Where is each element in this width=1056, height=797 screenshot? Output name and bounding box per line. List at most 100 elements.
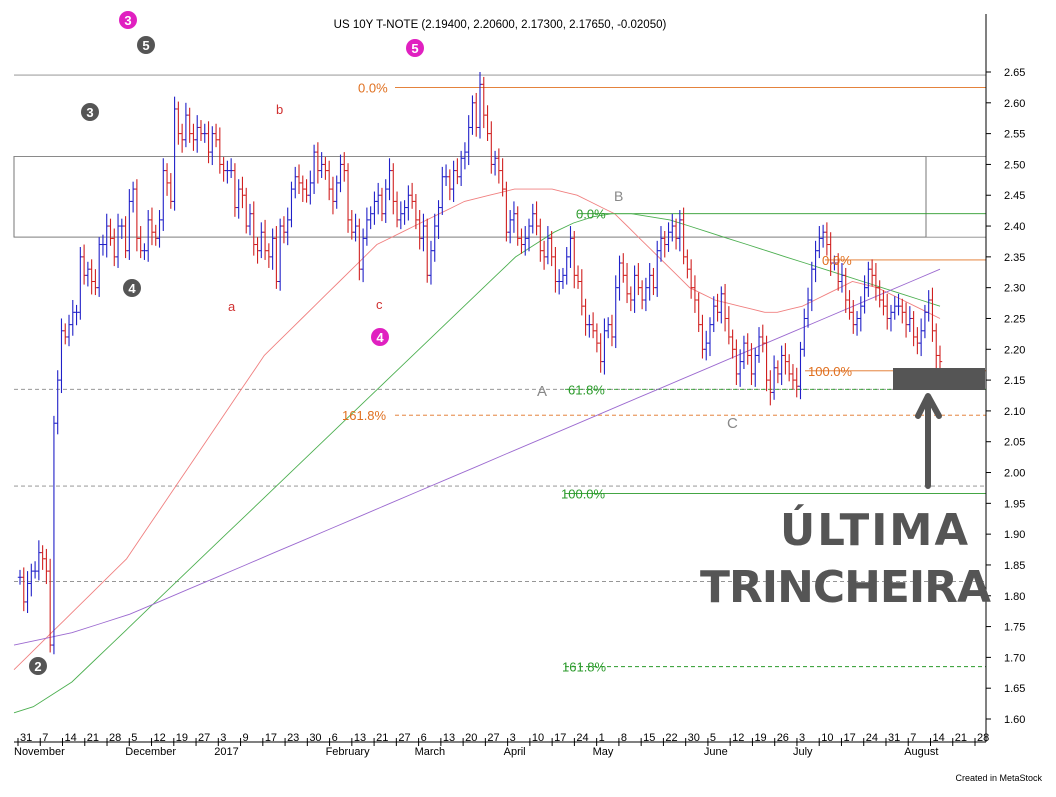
x-tick-label: 10 [532, 732, 544, 744]
y-tick-label: 2.40 [1004, 221, 1025, 233]
fib-label: 161.8% [562, 660, 607, 675]
y-tick-label: 1.80 [1004, 591, 1025, 603]
wave-circle-label: 4 [128, 281, 136, 296]
handwritten-annotation: ÚLTIMA TRINCHEIRA [700, 368, 992, 613]
y-tick-label: 1.60 [1004, 714, 1025, 726]
x-tick-label: 10 [821, 732, 833, 744]
x-tick-label: 24 [866, 732, 878, 744]
x-tick-label: 28 [977, 732, 989, 744]
x-tick-label: 28 [109, 732, 121, 744]
y-tick-label: 2.50 [1004, 159, 1025, 171]
x-tick-label: 17 [554, 732, 566, 744]
x-tick-label: 27 [198, 732, 210, 744]
x-tick-label: 14 [932, 732, 944, 744]
x-month-label: May [593, 746, 614, 758]
wave-label: A [537, 383, 547, 400]
x-tick-label: 22 [665, 732, 677, 744]
x-tick-label: 26 [777, 732, 789, 744]
y-tick-label: 1.85 [1004, 560, 1025, 572]
wave-label: B [614, 188, 623, 204]
x-tick-label: 30 [309, 732, 321, 744]
x-tick-label: 12 [154, 732, 166, 744]
x-month-label: November [14, 746, 65, 758]
x-tick-label: 7 [42, 732, 48, 744]
x-tick-label: 21 [376, 732, 388, 744]
x-tick-label: 17 [265, 732, 277, 744]
x-tick-label: 14 [65, 732, 77, 744]
y-tick-label: 2.10 [1004, 406, 1025, 418]
metastock-credit: Created in MetaStock [955, 773, 1042, 783]
wave-circle-label: 3 [86, 105, 93, 120]
fib-label: 61.8% [568, 382, 605, 397]
x-tick-label: 7 [910, 732, 916, 744]
wave-label: a [228, 299, 236, 314]
wave-circle-label: 5 [411, 41, 418, 56]
x-tick-label: 27 [398, 732, 410, 744]
y-tick-label: 1.65 [1004, 683, 1025, 695]
x-tick-label: 19 [176, 732, 188, 744]
fib-label: 0.0% [358, 80, 388, 95]
x-tick-label: 1 [599, 732, 605, 744]
x-tick-label: 27 [487, 732, 499, 744]
fib-label: 100.0% [561, 486, 606, 501]
y-tick-label: 2.55 [1004, 129, 1025, 141]
y-tick-label: 2.20 [1004, 344, 1025, 356]
y-tick-label: 2.05 [1004, 437, 1025, 449]
axes: 2.65 2.60 2.55 2.50 2.45 2.40 2.35 2.30 2.25 2.20… [14, 14, 1025, 758]
x-tick-label: 8 [621, 732, 627, 744]
x-month-label: August [904, 746, 938, 758]
x-tick-label: 13 [354, 732, 366, 744]
chart-title: US 10Y T-NOTE (2.19400, 2.20600, 2.17300… [334, 19, 667, 31]
x-tick-label: 30 [688, 732, 700, 744]
annotation-line-2: TRINCHEIRA [700, 562, 991, 613]
fib-label: 0.0% [576, 207, 606, 222]
x-month-label: March [415, 746, 446, 758]
range-boxes [13, 156, 927, 238]
y-tick-label: 2.35 [1004, 252, 1025, 264]
x-tick-label: 13 [443, 732, 455, 744]
x-tick-label: 6 [332, 732, 338, 744]
x-tick-label: 21 [87, 732, 99, 744]
x-month-label: June [704, 746, 728, 758]
x-tick-label: 15 [643, 732, 655, 744]
range-box [13, 156, 927, 238]
wave-circle-label: 2 [34, 659, 41, 674]
x-tick-label: 31 [888, 732, 900, 744]
y-tick-label: 2.45 [1004, 190, 1025, 202]
x-tick-label: 19 [754, 732, 766, 744]
x-tick-label: 5 [710, 732, 716, 744]
y-tick-label: 2.60 [1004, 98, 1025, 110]
y-tick-label: 2.25 [1004, 313, 1025, 325]
x-month-label: July [793, 746, 813, 758]
y-tick-label: 1.75 [1004, 622, 1025, 634]
fib-label: 100.0% [808, 364, 853, 379]
x-tick-label: 6 [421, 732, 427, 744]
moving-averages [13, 188, 941, 714]
x-tick-label: 17 [843, 732, 855, 744]
x-tick-label: 24 [576, 732, 588, 744]
y-tick-label: 2.30 [1004, 283, 1025, 295]
x-tick-label: 3 [220, 732, 226, 744]
x-tick-label: 5 [131, 732, 137, 744]
x-tick-label: 31 [20, 732, 32, 744]
x-tick-label: 12 [732, 732, 744, 744]
x-tick-label: 9 [243, 732, 249, 744]
wave-circle-label: 4 [376, 330, 384, 345]
x-month-label: April [504, 746, 526, 758]
y-tick-label: 1.70 [1004, 652, 1025, 664]
x-month-label: February [326, 746, 371, 758]
wave-label: C [727, 415, 738, 432]
fib-label: 161.8% [342, 408, 387, 423]
highlight-marker [893, 368, 985, 390]
x-tick-label: 21 [955, 732, 967, 744]
y-tick-label: 1.90 [1004, 529, 1025, 541]
moving-average-line [13, 213, 941, 714]
wave-circle-label: 5 [142, 38, 149, 53]
fib-label: 0.0% [822, 253, 852, 268]
x-tick-label: 3 [510, 732, 516, 744]
x-month-label: 2017 [214, 746, 238, 758]
x-month-label: December [125, 746, 176, 758]
wave-label: c [376, 297, 383, 312]
y-tick-label: 2.00 [1004, 468, 1025, 480]
y-tick-label: 2.65 [1004, 67, 1025, 79]
